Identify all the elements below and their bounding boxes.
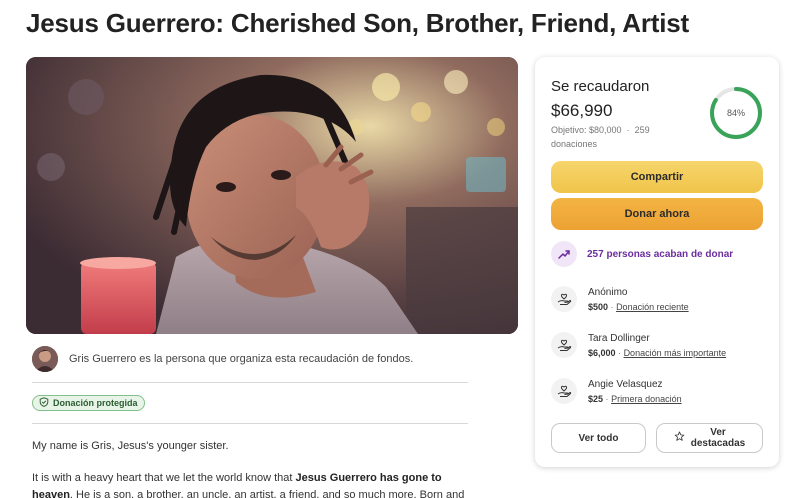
divider — [32, 423, 468, 424]
donation-hand-icon — [551, 286, 577, 312]
page-title: Jesus Guerrero: Cherished Son, Brother, … — [26, 8, 689, 38]
donate-now-button[interactable]: Donar ahora — [551, 198, 763, 230]
donor-name: Angie Velasquez — [588, 378, 663, 390]
separator-dot: · — [605, 393, 609, 404]
separator-dot: · — [624, 125, 633, 135]
donor-item: Anónimo $500 · Donación reciente — [551, 283, 689, 315]
donation-hand-icon — [551, 378, 577, 404]
raised-label: Se recaudaron — [551, 78, 650, 95]
organizer-row: Gris Guerrero es la persona que organiza… — [32, 346, 468, 372]
separator-dot: · — [618, 347, 622, 358]
story-paragraph: My name is Gris, Jesus's younger sister. — [32, 440, 229, 452]
recent-donors-trend[interactable]: 257 personas acaban de donar — [551, 241, 733, 267]
donor-amount: $25 — [588, 393, 604, 404]
donor-amount: $500 — [588, 301, 609, 312]
campaign-photo-illustration — [26, 57, 518, 334]
donor-amount: $6,000 — [588, 347, 616, 358]
separator-dot: · — [610, 301, 614, 312]
trending-up-icon — [551, 241, 577, 267]
see-top-label: destacadas — [690, 438, 746, 449]
shield-icon — [39, 394, 49, 412]
donor-name: Anónimo — [588, 286, 628, 298]
donor-tag-link[interactable]: Donación más importante — [624, 348, 727, 358]
see-top-label: Ver — [710, 427, 726, 438]
trend-text: 257 personas acaban de donar — [587, 248, 734, 260]
campaign-photo[interactable] — [26, 57, 518, 334]
donor-item: Tara Dollinger $6,000 · Donación más imp… — [551, 329, 726, 361]
protected-donation-label: Donación protegida — [53, 398, 138, 408]
donor-item: Angie Velasquez $25 · Primera donación — [551, 375, 682, 407]
donor-tag-link[interactable]: Donación reciente — [616, 302, 689, 312]
goal-info: Objetivo: $80,000 · 259 donaciones — [551, 123, 671, 151]
donor-name: Tara Dollinger — [588, 332, 650, 344]
divider — [32, 382, 468, 383]
see-top-button[interactable]: Ver destacadas — [656, 423, 763, 453]
donations-count: 259 — [634, 125, 650, 135]
donation-hand-icon — [551, 332, 577, 358]
share-button[interactable]: Compartir — [551, 161, 763, 193]
goal-text: Objetivo: $80,000 — [551, 125, 622, 135]
progress-percent: 84% — [726, 108, 745, 118]
organizer-avatar[interactable] — [32, 346, 58, 372]
star-icon — [674, 431, 685, 445]
organizer-text: Gris Guerrero es la persona que organiza… — [69, 353, 414, 365]
donations-label: donaciones — [551, 139, 598, 149]
story-paragraph: It is with a heavy heart that we let the… — [32, 472, 465, 498]
donation-card: Se recaudaron $66,990 Objetivo: $80,000 … — [535, 57, 779, 467]
protected-donation-badge[interactable]: Donación protegida — [32, 395, 145, 411]
donor-tag-link[interactable]: Primera donación — [611, 394, 682, 404]
raised-amount: $66,990 — [551, 101, 613, 120]
see-all-button[interactable]: Ver todo — [551, 423, 646, 453]
